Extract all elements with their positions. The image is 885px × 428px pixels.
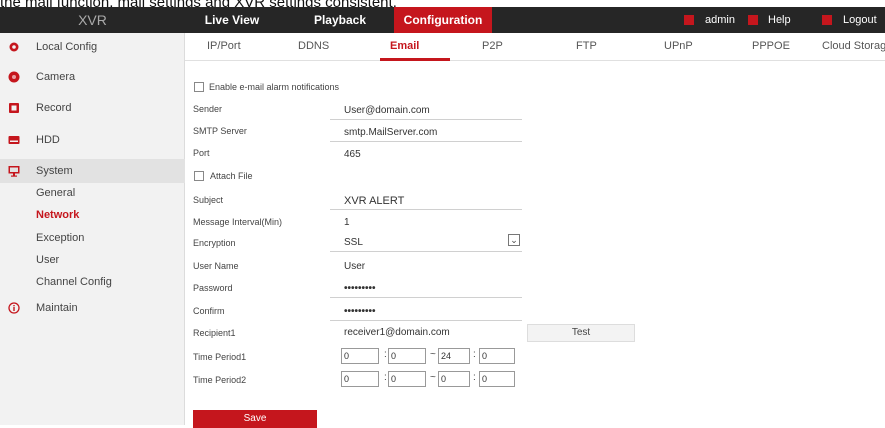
tp2-start-hour[interactable]: 0: [341, 371, 379, 387]
sidebar-sub-user[interactable]: User: [36, 254, 59, 266]
sidebar-sub-network[interactable]: Network: [36, 209, 79, 221]
sidebar-item-label: System: [36, 165, 73, 177]
brand-logo: XVR: [78, 12, 107, 28]
sidebar-item-label: Local Config: [36, 41, 98, 53]
sidebar-item-label: HDD: [36, 134, 60, 146]
user-link[interactable]: admin: [705, 7, 735, 33]
recipient-input[interactable]: receiver1@domain.com: [330, 325, 522, 342]
logout-link[interactable]: Logout: [843, 7, 877, 33]
nav-configuration[interactable]: Configuration: [394, 7, 492, 33]
subject-input[interactable]: XVR ALERT: [330, 193, 522, 210]
help-link[interactable]: Help: [768, 7, 791, 33]
sidebar-item-label: Maintain: [36, 302, 78, 314]
sidebar-item-system[interactable]: System: [0, 159, 185, 183]
time-period1-label: Time Period1: [193, 352, 247, 362]
port-label: Port: [193, 148, 210, 158]
time-separator: :: [384, 349, 387, 360]
sidebar-item-label: Camera: [36, 71, 76, 83]
confirm-input[interactable]: •••••••••: [330, 304, 522, 321]
gear-icon: [9, 42, 19, 52]
logout-icon: [822, 15, 832, 25]
help-icon: [748, 15, 758, 25]
info-icon: [8, 302, 20, 314]
tp1-end-hour[interactable]: 24: [438, 348, 470, 364]
tab-ip-port[interactable]: IP/Port: [207, 40, 241, 52]
sidebar-sub-exception[interactable]: Exception: [36, 232, 84, 244]
sidebar-item-local-config[interactable]: Local Config: [0, 35, 185, 59]
attach-file-label: Attach File: [210, 171, 253, 181]
sidebar-sub-channel-config[interactable]: Channel Config: [36, 276, 112, 288]
sidebar-item-camera[interactable]: Camera: [0, 65, 185, 89]
tab-p2p[interactable]: P2P: [482, 40, 503, 52]
record-icon: [9, 103, 19, 113]
save-button[interactable]: Save: [193, 410, 317, 428]
message-interval-input[interactable]: 1: [330, 215, 522, 232]
recipient-label: Recipient1: [193, 328, 236, 338]
sender-label: Sender: [193, 104, 223, 114]
time-separator: :: [473, 372, 476, 383]
tab-upnp[interactable]: UPnP: [664, 40, 693, 52]
password-input[interactable]: •••••••••: [330, 281, 522, 298]
tp1-start-min[interactable]: 0: [388, 348, 426, 364]
user-icon: [684, 15, 694, 25]
tab-pppoe[interactable]: PPPOE: [752, 40, 790, 52]
nav-live-view[interactable]: Live View: [200, 7, 264, 33]
chevron-down-icon[interactable]: ⌄: [508, 234, 520, 246]
time-range-separator: ~: [430, 349, 436, 360]
time-range-separator: ~: [430, 372, 436, 383]
tp1-start-hour[interactable]: 0: [341, 348, 379, 364]
encryption-label: Encryption: [193, 238, 236, 248]
camera-icon: [8, 71, 20, 83]
sidebar-item-record[interactable]: Record: [0, 96, 185, 120]
smtp-server-label: SMTP Server: [193, 126, 247, 136]
subject-label: Subject: [193, 195, 224, 205]
tp2-end-hour[interactable]: 0: [438, 371, 470, 387]
tab-cloud-storage[interactable]: Cloud Storage: [822, 40, 885, 52]
password-label: Password: [193, 283, 233, 293]
sidebar-item-label: Record: [36, 102, 72, 114]
tab-ftp[interactable]: FTP: [576, 40, 597, 52]
sidebar-item-hdd[interactable]: HDD: [0, 128, 185, 152]
encryption-select[interactable]: SSL: [330, 235, 522, 252]
sidebar-item-maintain[interactable]: Maintain: [0, 296, 185, 320]
tp1-end-min[interactable]: 0: [479, 348, 515, 364]
port-input[interactable]: 465: [330, 147, 522, 164]
sender-input[interactable]: User@domain.com: [330, 103, 522, 120]
time-period2-label: Time Period2: [193, 375, 247, 385]
monitor-icon: [8, 166, 20, 177]
username-input[interactable]: User: [330, 259, 522, 276]
enable-email-checkbox[interactable]: [194, 82, 204, 92]
smtp-server-input[interactable]: smtp.MailServer.com: [330, 125, 522, 142]
tp2-end-min[interactable]: 0: [479, 371, 515, 387]
sidebar: Local Config Camera Record HDD System Ge…: [0, 33, 185, 425]
confirm-label: Confirm: [193, 306, 225, 316]
username-label: User Name: [193, 261, 239, 271]
attach-file-checkbox[interactable]: [194, 171, 204, 181]
tab-email[interactable]: Email: [390, 40, 419, 52]
test-button[interactable]: Test: [527, 324, 635, 342]
sidebar-sub-general[interactable]: General: [36, 187, 75, 199]
message-interval-label: Message Interval(Min): [193, 217, 283, 227]
nav-playback[interactable]: Playback: [308, 7, 372, 33]
time-separator: :: [473, 349, 476, 360]
hdd-icon: [8, 136, 20, 144]
active-tab-indicator: [380, 58, 450, 61]
tp2-start-min[interactable]: 0: [388, 371, 426, 387]
sub-tab-bar: IP/Port DDNS Email P2P FTP UPnP PPPOE Cl…: [185, 33, 885, 61]
enable-email-label: Enable e-mail alarm notifications: [209, 82, 340, 92]
tab-ddns[interactable]: DDNS: [298, 40, 329, 52]
top-bar: XVR Live View Playback Configuration adm…: [0, 7, 885, 33]
time-separator: :: [384, 372, 387, 383]
